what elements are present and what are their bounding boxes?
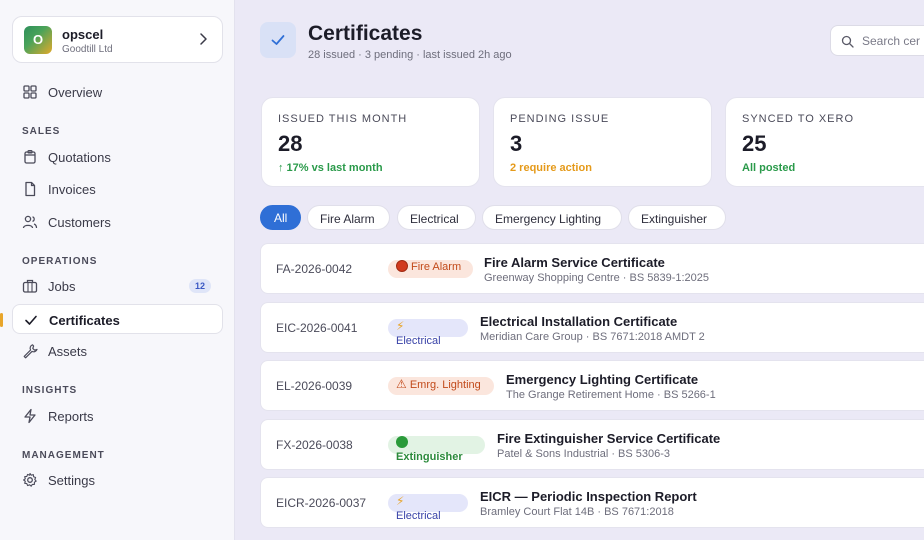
gear-icon	[23, 472, 37, 487]
certificate-row[interactable]: EIC-2026-0041 ⚡ Electrical Electrical Ins…	[260, 302, 924, 353]
nav-overview-label: Overview	[48, 85, 103, 100]
nav-certificates[interactable]: Certificates	[12, 304, 223, 334]
nav-settings[interactable]: Settings	[12, 465, 223, 495]
certificate-title: Emergency Lighting Certificate	[506, 372, 699, 387]
certificate-title: Electrical Installation Certificate	[480, 314, 678, 329]
nav-customers[interactable]: Customers	[12, 207, 223, 237]
org-subtitle: Goodtill Ltd	[62, 44, 113, 55]
nav-quotations[interactable]: Quotations	[12, 142, 223, 172]
nav-assets-label: Assets	[48, 344, 88, 359]
stat-label: SYNCED TO XERO	[742, 113, 855, 125]
certificate-row[interactable]: EICR-2026-0037 ⚡ Electrical EICR — Period…	[260, 477, 924, 528]
certificate-row[interactable]: FX-2026-0038 Extinguisher Fire Extinguis…	[260, 419, 924, 470]
certificate-meta: The Grange Retirement Home · BS 5266-1	[506, 389, 716, 401]
certificate-title: Fire Extinguisher Service Certificate	[497, 431, 721, 446]
warning-icon: ⚠	[396, 377, 407, 391]
active-indicator	[0, 313, 3, 327]
nav-invoices[interactable]: Invoices	[12, 174, 223, 204]
certificate-meta: Bramley Court Flat 14B · BS 7671:2018	[480, 506, 674, 518]
certificate-meta: Patel & Sons Industrial · BS 5306-3	[497, 448, 671, 460]
type-tag-label: Electrical	[396, 510, 441, 522]
type-tag: ⚡ Electrical	[388, 319, 468, 347]
users-icon	[22, 215, 38, 229]
certificate-meta: Meridian Care Group · BS 7671:2018 AMDT …	[480, 331, 705, 343]
nav-reports-label: Reports	[48, 409, 94, 424]
type-tag-label: Fire Alarm	[411, 261, 462, 273]
nav-jobs-label: Jobs	[48, 279, 76, 294]
nav-settings-label: Settings	[48, 473, 95, 488]
filter-fire-alarm[interactable]: Fire Alarm	[307, 205, 390, 230]
certificate-id: EL-2026-0039	[276, 379, 353, 393]
lightning-icon: ⚡	[396, 319, 405, 333]
stat-note: 2 require action	[510, 162, 592, 174]
lightning-icon	[24, 408, 36, 424]
clipboard-icon	[24, 149, 36, 164]
nav-overview[interactable]: Overview	[12, 77, 223, 107]
certificate-check-icon	[260, 22, 296, 58]
wrench-icon	[23, 344, 38, 359]
chevron-right-icon	[200, 33, 207, 45]
page-title: Certificates	[308, 22, 423, 45]
nav-certificates-label: Certificates	[49, 313, 120, 328]
nav-jobs[interactable]: Jobs 12	[12, 271, 223, 301]
nav-assets[interactable]: Assets	[12, 336, 223, 366]
grid-icon	[23, 85, 37, 99]
jobs-count-badge: 12	[188, 279, 211, 293]
filter-electrical[interactable]: Electrical	[397, 205, 476, 230]
briefcase-icon	[22, 279, 38, 293]
type-tag: Extinguisher	[388, 436, 485, 463]
org-switcher[interactable]: O opscel Goodtill Ltd	[12, 16, 223, 63]
document-icon	[25, 181, 36, 197]
page-subtitle: 28 issued · 3 pending · last issued 2h a…	[308, 49, 512, 61]
certificate-id: FX-2026-0038	[276, 438, 353, 452]
stat-note: All posted	[742, 162, 796, 174]
certificate-title: Fire Alarm Service Certificate	[484, 255, 665, 270]
stat-note: ↑ 17% vs last month	[278, 162, 383, 174]
section-insights: INSIGHTS	[22, 385, 78, 396]
search-icon	[841, 35, 854, 48]
stat-card-pending: PENDING ISSUE 3 2 require action	[493, 97, 712, 187]
nav-quotations-label: Quotations	[48, 150, 111, 165]
type-tag: ⚠ Emrg. Lighting	[388, 377, 494, 395]
lightning-icon: ⚡	[396, 494, 405, 508]
stat-value: 25	[742, 131, 767, 156]
stat-card-xero: SYNCED TO XERO 25 All posted	[725, 97, 924, 187]
stat-value: 28	[278, 131, 303, 156]
certificate-row[interactable]: FA-2026-0042 Fire Alarm Fire Alarm Servi…	[260, 243, 924, 294]
certificate-title: EICR — Periodic Inspection Report	[480, 489, 697, 504]
certificate-meta: Greenway Shopping Centre · BS 5839-1:202…	[484, 272, 710, 284]
type-tag-label: Extinguisher	[396, 451, 463, 463]
check-icon	[25, 315, 37, 325]
type-tag-label: Emrg. Lighting	[409, 379, 481, 391]
stat-label: PENDING ISSUE	[510, 113, 610, 125]
certificate-id: FA-2026-0042	[276, 262, 353, 276]
search-box[interactable]	[830, 25, 924, 56]
stat-value: 3	[510, 131, 523, 156]
org-name: opscel	[62, 27, 104, 42]
section-sales: SALES	[22, 126, 61, 137]
certificate-id: EIC-2026-0041	[276, 321, 358, 335]
stat-card-issued: ISSUED THIS MONTH 28 ↑ 17% vs last month	[261, 97, 480, 187]
nav-customers-label: Customers	[48, 215, 111, 230]
type-tag: Fire Alarm	[388, 260, 473, 278]
search-input[interactable]	[862, 32, 924, 50]
filter-extinguisher[interactable]: Extinguisher	[628, 205, 726, 230]
nav-invoices-label: Invoices	[48, 182, 96, 197]
sidebar: O opscel Goodtill Ltd Overview SALES Quo…	[0, 0, 235, 540]
filter-all[interactable]: All	[260, 205, 301, 230]
section-operations: OPERATIONS	[22, 256, 98, 267]
stat-label: ISSUED THIS MONTH	[278, 113, 408, 125]
certificate-id: EICR-2026-0037	[276, 496, 367, 510]
org-logo: O	[24, 26, 52, 54]
type-tag: ⚡ Electrical	[388, 494, 468, 522]
certificate-row[interactable]: EL-2026-0039 ⚠ Emrg. Lighting Emergency …	[260, 360, 924, 411]
fire-icon	[396, 260, 408, 272]
filter-emergency-lighting[interactable]: Emergency Lighting	[482, 205, 622, 230]
nav-reports[interactable]: Reports	[12, 401, 223, 431]
green-dot-icon	[396, 436, 408, 448]
type-tag-label: Electrical	[396, 335, 441, 347]
section-management: MANAGEMENT	[22, 450, 105, 461]
